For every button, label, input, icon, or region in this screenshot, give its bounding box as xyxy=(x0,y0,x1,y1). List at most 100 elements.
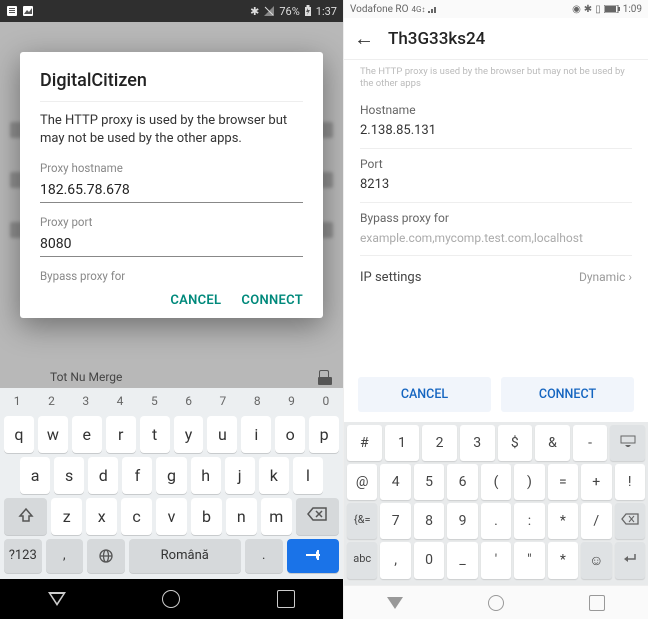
key-9[interactable]: 9 xyxy=(447,503,477,539)
key-quote[interactable]: " xyxy=(514,542,544,579)
key-lparen[interactable]: ( xyxy=(481,464,511,500)
key-b[interactable]: b xyxy=(191,498,222,535)
action-buttons: CANCEL CONNECT xyxy=(344,369,648,422)
key-g[interactable]: g xyxy=(156,457,186,494)
key-3[interactable]: 3 xyxy=(460,425,495,461)
key-5[interactable]: 5 xyxy=(414,464,444,500)
comma-key[interactable]: , xyxy=(46,539,84,573)
enter-key[interactable] xyxy=(615,542,645,579)
nav-home[interactable] xyxy=(162,590,180,608)
key-star[interactable]: * xyxy=(548,503,578,539)
key-dollar[interactable]: $ xyxy=(498,425,533,461)
hostname-input[interactable] xyxy=(40,180,303,203)
key-j[interactable]: j xyxy=(225,457,255,494)
key-8[interactable]: 8 xyxy=(414,503,444,539)
key-rparen[interactable]: ) xyxy=(514,464,544,500)
key-eq[interactable]: = xyxy=(548,464,578,500)
key-7[interactable]: 7 xyxy=(380,503,410,539)
key-star2[interactable]: * xyxy=(548,542,578,579)
proxy-settings-content: The HTTP proxy is used by the browser bu… xyxy=(344,60,648,369)
key-comma[interactable]: , xyxy=(380,542,410,579)
key-2[interactable]: 2 xyxy=(422,425,457,461)
port-input[interactable]: 8213 xyxy=(360,177,632,203)
symbols-key[interactable]: ?123 xyxy=(4,539,42,573)
key-period[interactable]: . xyxy=(481,503,511,539)
key-u[interactable]: u xyxy=(207,416,237,453)
emoji-key[interactable]: ☺ xyxy=(581,542,611,579)
key-plus[interactable]: + xyxy=(581,464,611,500)
backspace-key[interactable] xyxy=(615,503,645,539)
key-hash[interactable]: # xyxy=(347,425,382,461)
period-key[interactable]: . xyxy=(245,539,283,573)
key-0[interactable]: 0 xyxy=(414,542,444,579)
key-6[interactable]: 6 xyxy=(447,464,477,500)
nav-back[interactable] xyxy=(387,597,403,609)
key-p[interactable]: p xyxy=(309,416,339,453)
key-t[interactable]: t xyxy=(140,416,170,453)
nav-back[interactable] xyxy=(48,592,66,606)
more-symbols-key[interactable]: {&= xyxy=(347,503,377,539)
nav-recent[interactable] xyxy=(277,590,295,608)
key-apos[interactable]: ' xyxy=(481,542,511,579)
key-d[interactable]: d xyxy=(88,457,118,494)
hostname-label: Proxy hostname xyxy=(40,161,303,175)
key-y[interactable]: y xyxy=(174,416,204,453)
key-colon[interactable]: : xyxy=(514,503,544,539)
nav-recent[interactable] xyxy=(589,595,605,611)
key-a[interactable]: a xyxy=(20,457,50,494)
key-c[interactable]: c xyxy=(121,498,152,535)
key-s[interactable]: s xyxy=(54,457,84,494)
cancel-button[interactable]: CANCEL xyxy=(170,293,221,308)
description-text: The HTTP proxy is used by the browser bu… xyxy=(360,66,632,91)
key-x[interactable]: x xyxy=(86,498,117,535)
key-at[interactable]: @ xyxy=(347,464,377,500)
key-l[interactable]: l xyxy=(293,457,323,494)
bypass-input[interactable]: example.com,mycomp.test.com,localhost xyxy=(360,231,632,256)
key-bang[interactable]: ! xyxy=(615,464,645,500)
keyboard-hint-row: 1 2 3 4 5 6 7 8 9 0 xyxy=(0,388,343,414)
signal-bars-icon xyxy=(428,5,438,13)
back-arrow-icon[interactable]: ← xyxy=(354,26,374,51)
key-m[interactable]: m xyxy=(261,498,292,535)
chevron-right-icon: › xyxy=(628,270,632,284)
key-v[interactable]: v xyxy=(156,498,187,535)
cancel-button[interactable]: CANCEL xyxy=(358,377,491,412)
keyboard: # 1 2 3 $ & - @ 4 5 6 ( ) = + ! {&= 7 8 … xyxy=(344,422,648,585)
hide-keyboard-key[interactable] xyxy=(610,425,645,461)
background-wifi-list: DigitalCitizen The HTTP proxy is used by… xyxy=(0,22,343,388)
hostname-label: Hostname xyxy=(360,103,632,117)
key-o[interactable]: o xyxy=(275,416,305,453)
port-input[interactable] xyxy=(40,234,303,257)
key-e[interactable]: e xyxy=(72,416,102,453)
key-h[interactable]: h xyxy=(191,457,221,494)
shift-key[interactable] xyxy=(4,498,47,535)
eye-comfort-icon: ◉ xyxy=(572,4,581,15)
backspace-key[interactable] xyxy=(296,498,339,535)
key-4[interactable]: 4 xyxy=(380,464,410,500)
space-key[interactable]: Română xyxy=(129,539,242,573)
ip-settings-label: IP settings xyxy=(360,270,421,285)
hostname-input[interactable]: 2.138.85.131 xyxy=(360,123,632,149)
title-bar: ← Th3G33ks24 xyxy=(344,18,648,60)
key-r[interactable]: r xyxy=(106,416,136,453)
key-z[interactable]: z xyxy=(51,498,82,535)
key-slash[interactable]: / xyxy=(581,503,611,539)
key-1[interactable]: 1 xyxy=(385,425,420,461)
key-underscore[interactable]: _ xyxy=(447,542,477,579)
connect-button[interactable]: CONNECT xyxy=(241,293,303,308)
language-key[interactable] xyxy=(87,539,125,573)
ip-settings-row[interactable]: IP settings Dynamic › xyxy=(360,256,632,299)
key-f[interactable]: f xyxy=(122,457,152,494)
nav-home[interactable] xyxy=(488,595,504,611)
key-n[interactable]: n xyxy=(226,498,257,535)
connect-button[interactable]: CONNECT xyxy=(501,377,634,412)
key-k[interactable]: k xyxy=(259,457,289,494)
dialog-description: The HTTP proxy is used by the browser bu… xyxy=(40,112,303,147)
key-q[interactable]: q xyxy=(4,416,34,453)
key-amp[interactable]: & xyxy=(535,425,570,461)
abc-key[interactable]: abc xyxy=(347,542,377,579)
key-minus[interactable]: - xyxy=(573,425,608,461)
enter-key[interactable] xyxy=(287,539,340,573)
key-i[interactable]: i xyxy=(241,416,271,453)
key-w[interactable]: w xyxy=(38,416,68,453)
